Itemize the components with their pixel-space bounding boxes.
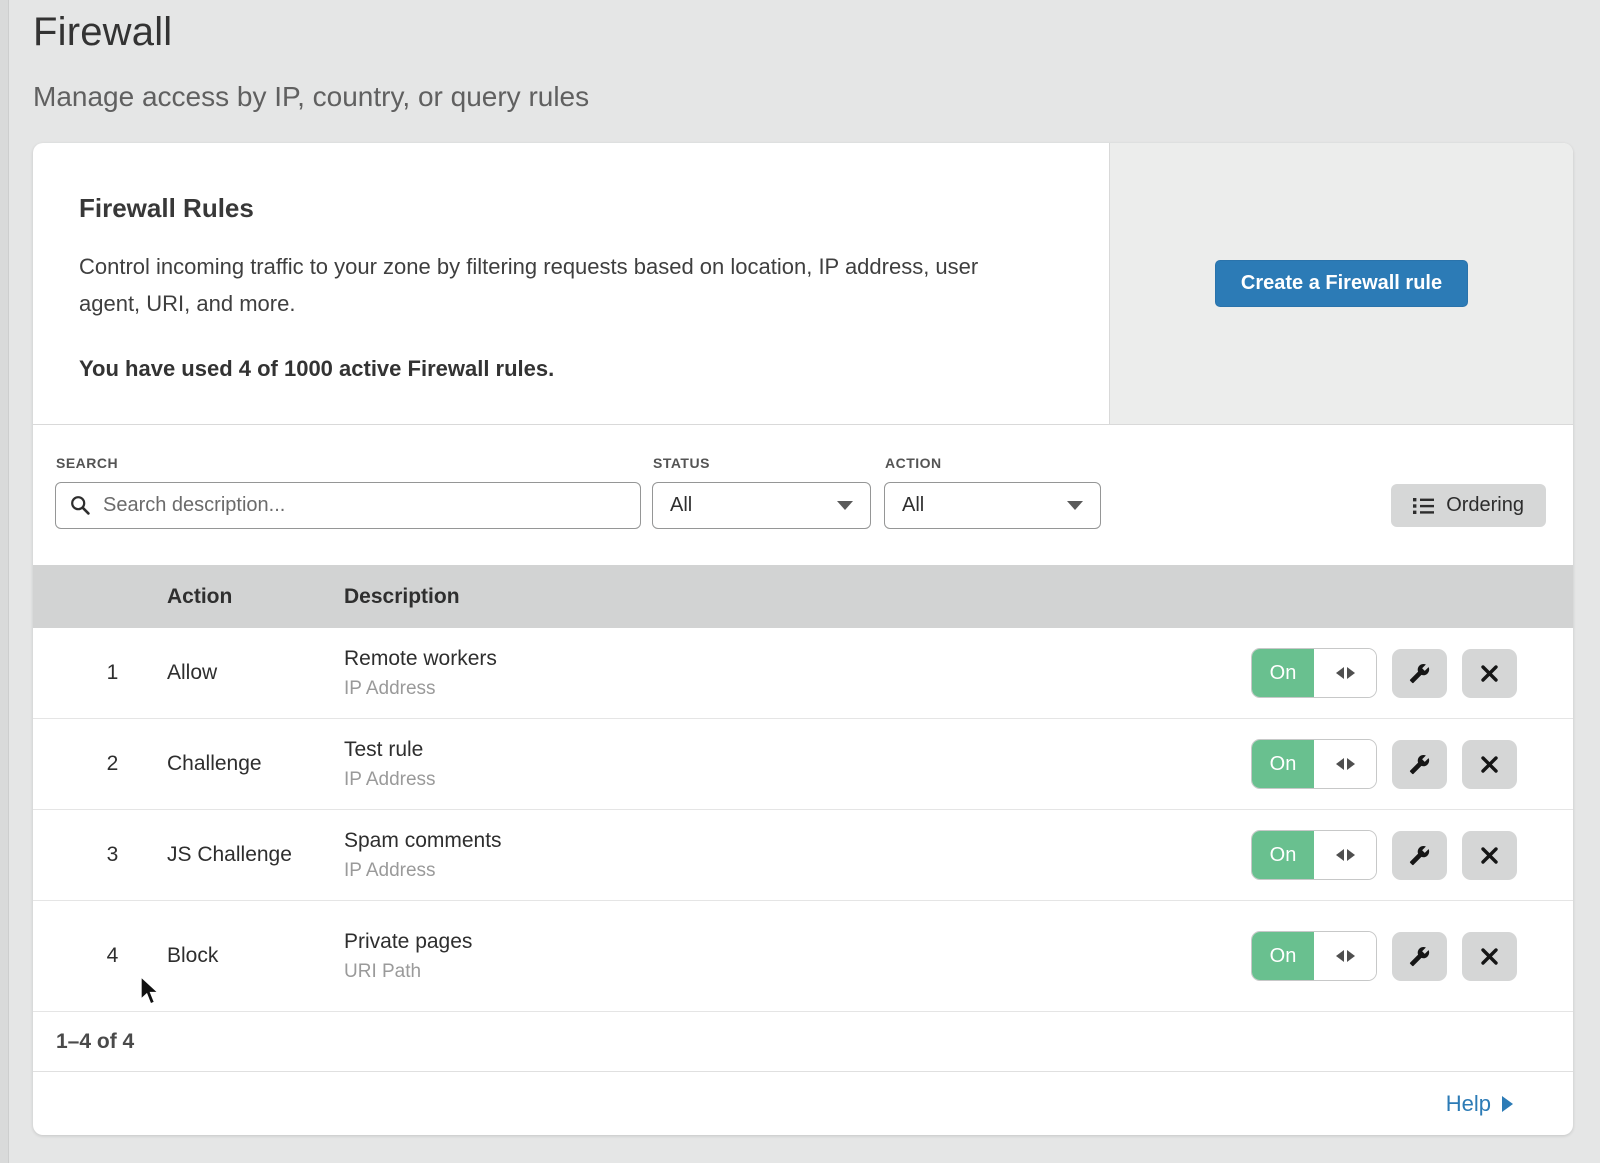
wrench-icon <box>1409 663 1430 684</box>
rule-description: Spam comments <box>344 829 1251 853</box>
rule-controls: On <box>1251 739 1573 789</box>
hero-action-panel: Create a Firewall rule <box>1110 143 1573 424</box>
rule-action: Block <box>167 944 344 968</box>
rule-description-cell: Private pages URI Path <box>344 930 1251 983</box>
close-icon <box>1480 755 1499 774</box>
rule-match-type: IP Address <box>344 860 1251 882</box>
close-icon <box>1480 664 1499 683</box>
delete-rule-button[interactable] <box>1462 932 1517 981</box>
search-field-wrap <box>55 482 641 529</box>
rule-enabled-toggle[interactable]: On <box>1251 830 1377 880</box>
hero-section: Firewall Rules Control incoming traffic … <box>33 143 1573 425</box>
toggle-on-label: On <box>1252 649 1314 697</box>
toggle-on-label: On <box>1252 831 1314 879</box>
rule-action: Challenge <box>167 752 344 776</box>
section-description: Control incoming traffic to your zone by… <box>79 248 1039 322</box>
search-icon <box>70 495 90 515</box>
table-header: Action Description <box>33 565 1573 628</box>
page-header: Firewall Manage access by IP, country, o… <box>33 10 589 113</box>
close-icon <box>1480 846 1499 865</box>
ordering-button[interactable]: Ordering <box>1391 484 1546 527</box>
section-heading: Firewall Rules <box>79 193 1069 224</box>
rule-priority: 3 <box>33 843 167 867</box>
action-column-header: Action <box>167 585 344 609</box>
toggle-arrows-icon[interactable] <box>1314 740 1376 788</box>
hero-text-panel: Firewall Rules Control incoming traffic … <box>33 143 1110 424</box>
help-link-label: Help <box>1446 1091 1491 1117</box>
status-select[interactable]: All <box>652 482 871 529</box>
firewall-rules-card: Firewall Rules Control incoming traffic … <box>33 143 1573 1135</box>
action-select-value: All <box>902 494 924 517</box>
wrench-icon <box>1409 946 1430 967</box>
edit-rule-button[interactable] <box>1392 932 1447 981</box>
rule-match-type: URI Path <box>344 961 1251 983</box>
wrench-icon <box>1409 845 1430 866</box>
action-label: ACTION <box>885 455 942 471</box>
table-row: 2 Challenge Test rule IP Address On <box>33 719 1573 810</box>
pagination-summary: 1–4 of 4 <box>56 1030 134 1054</box>
pagination-row: 1–4 of 4 <box>33 1012 1573 1072</box>
rule-match-type: IP Address <box>344 769 1251 791</box>
close-icon <box>1480 947 1499 966</box>
description-column-header: Description <box>344 585 1573 609</box>
toggle-arrows-icon[interactable] <box>1314 932 1376 980</box>
search-input[interactable] <box>55 482 641 529</box>
rule-priority: 4 <box>33 944 167 968</box>
wrench-icon <box>1409 754 1430 775</box>
ordering-button-label: Ordering <box>1446 494 1524 517</box>
edit-rule-button[interactable] <box>1392 740 1447 789</box>
rule-action: Allow <box>167 661 344 685</box>
rule-controls: On <box>1251 830 1573 880</box>
rule-description: Remote workers <box>344 647 1251 671</box>
rule-description-cell: Test rule IP Address <box>344 738 1251 791</box>
filter-bar: SEARCH STATUS ACTION All All <box>33 425 1573 565</box>
window-left-edge <box>0 0 9 1163</box>
usage-summary: You have used 4 of 1000 active Firewall … <box>79 356 1069 382</box>
status-select-value: All <box>670 494 692 517</box>
toggle-arrows-icon[interactable] <box>1314 831 1376 879</box>
page-subtitle: Manage access by IP, country, or query r… <box>33 81 589 113</box>
rule-match-type: IP Address <box>344 678 1251 700</box>
rule-description-cell: Spam comments IP Address <box>344 829 1251 882</box>
rule-controls: On <box>1251 648 1573 698</box>
edit-rule-button[interactable] <box>1392 831 1447 880</box>
create-firewall-rule-button[interactable]: Create a Firewall rule <box>1215 260 1468 307</box>
table-row: 4 Block Private pages URI Path On <box>33 901 1573 1012</box>
rule-controls: On <box>1251 931 1573 981</box>
rule-enabled-toggle[interactable]: On <box>1251 648 1377 698</box>
page-title: Firewall <box>33 10 589 55</box>
delete-rule-button[interactable] <box>1462 649 1517 698</box>
ordered-list-icon <box>1413 497 1434 515</box>
edit-rule-button[interactable] <box>1392 649 1447 698</box>
rule-enabled-toggle[interactable]: On <box>1251 739 1377 789</box>
action-select[interactable]: All <box>884 482 1101 529</box>
delete-rule-button[interactable] <box>1462 831 1517 880</box>
rule-enabled-toggle[interactable]: On <box>1251 931 1377 981</box>
rule-description: Test rule <box>344 738 1251 762</box>
rule-action: JS Challenge <box>167 843 344 867</box>
toggle-arrows-icon[interactable] <box>1314 649 1376 697</box>
table-row: 3 JS Challenge Spam comments IP Address … <box>33 810 1573 901</box>
toggle-on-label: On <box>1252 740 1314 788</box>
status-label: STATUS <box>653 455 710 471</box>
toggle-on-label: On <box>1252 932 1314 980</box>
help-row: Help <box>33 1072 1573 1135</box>
rule-description-cell: Remote workers IP Address <box>344 647 1251 700</box>
help-link[interactable]: Help <box>1446 1091 1513 1117</box>
table-row: 1 Allow Remote workers IP Address On <box>33 628 1573 719</box>
rule-description: Private pages <box>344 930 1251 954</box>
rule-priority: 2 <box>33 752 167 776</box>
help-arrow-icon <box>1502 1096 1513 1112</box>
rule-priority: 1 <box>33 661 167 685</box>
chevron-down-icon <box>1067 501 1083 510</box>
search-label: SEARCH <box>56 455 118 471</box>
delete-rule-button[interactable] <box>1462 740 1517 789</box>
chevron-down-icon <box>837 501 853 510</box>
